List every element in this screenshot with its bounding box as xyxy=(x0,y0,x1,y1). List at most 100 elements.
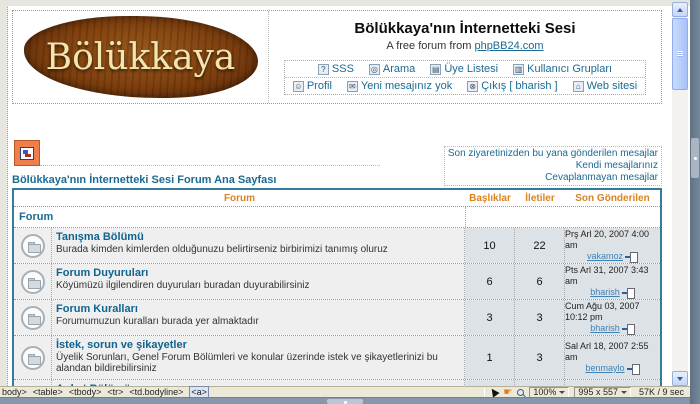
nav-row-2: ☺Profil ✉Yeni mesajınız yok ⊗Çıkış [ bha… xyxy=(285,77,645,94)
last-post-user-link[interactable]: benmaylo xyxy=(585,363,624,374)
nav-usergroups-label: Kullanıcı Grupları xyxy=(527,63,612,75)
tag-td-bodyline[interactable]: <td.bodyline> xyxy=(129,387,183,397)
nav-row-1: ?SSS ◎Arama ▤Üye Listesi ▥Kullanıcı Grup… xyxy=(285,61,645,77)
forum-row-kurallar: Forum Kuralları Forumumuzun kuralları bu… xyxy=(14,300,660,336)
chevron-down-icon xyxy=(677,377,683,381)
tag-tr[interactable]: <tr> xyxy=(107,387,123,397)
goto-last-post-icon[interactable] xyxy=(622,288,635,297)
nav-website-label: Web sitesi xyxy=(587,80,638,92)
select-tool-icon[interactable] xyxy=(489,386,500,397)
forum-header: Bölükkaya Bölükkaya'nın İnternetteki Ses… xyxy=(12,10,662,104)
forum-link[interactable]: Forum Kuralları xyxy=(56,303,138,315)
forum-link[interactable]: Forum Duyuruları xyxy=(56,267,148,279)
new-posts-link[interactable]: Son ziyaretinizden bu yana gönderilen me… xyxy=(448,148,658,160)
nav-search-label: Arama xyxy=(383,63,415,75)
forum-description: Köyümüzü ilgilendiren duyuruları buradan… xyxy=(56,280,460,291)
right-panel-splitter[interactable] xyxy=(690,0,700,404)
topics-count: 10 xyxy=(465,228,515,263)
forum-description: Üyelik Sorunları, Genel Forum Bölümleri … xyxy=(56,352,460,374)
window-size-dropdown[interactable]: 995 x 557 xyxy=(574,387,631,398)
tag-tbody[interactable]: <tbody> xyxy=(69,387,102,397)
status-bar: body> <table> <tbody> <tr> <td.bodyline>… xyxy=(0,386,690,397)
quick-links: Son ziyaretinizden bu yana gönderilen me… xyxy=(444,146,662,186)
hand-tool-icon[interactable]: ☛ xyxy=(503,388,512,397)
logo-text: Bölükkaya xyxy=(46,37,236,78)
messages-icon: ✉ xyxy=(347,81,358,92)
vertical-scrollbar[interactable] xyxy=(672,2,688,386)
last-post-cell: Prş Arl 20, 2007 4:00 am vakamoz xyxy=(565,228,660,263)
forum-status-cell xyxy=(14,228,52,263)
tag-body[interactable]: body> xyxy=(2,387,27,397)
nav-usergroups[interactable]: ▥Kullanıcı Grupları xyxy=(513,63,612,75)
folder-icon xyxy=(21,346,45,370)
goto-last-post-icon[interactable] xyxy=(622,324,635,333)
panel-collapse-handle[interactable] xyxy=(327,399,363,404)
forum-row-istek: İstek, sorun ve şikayetler Üyelik Sorunl… xyxy=(14,336,660,380)
folder-icon xyxy=(21,270,45,294)
scroll-down-button[interactable] xyxy=(672,371,688,386)
panel-collapse-handle[interactable] xyxy=(691,138,699,178)
zoom-tool-icon[interactable] xyxy=(517,389,524,396)
forum-link[interactable]: İstek, sorun ve şikayetler xyxy=(56,339,187,351)
forum-cell: İstek, sorun ve şikayetler Üyelik Sorunl… xyxy=(52,336,465,379)
nav-website[interactable]: ⌂Web sitesi xyxy=(573,80,638,92)
nav-logout[interactable]: ⊗Çıkış [ bharish ] xyxy=(467,80,557,92)
forum-index-link[interactable]: Bölükkaya'nın İnternetteki Sesi Forum An… xyxy=(12,174,276,186)
forum-table: Forum Başlıklar İletiler Son Gönderilen … xyxy=(12,188,662,386)
broken-image-icon xyxy=(20,147,34,160)
nav-logout-label: Çıkış [ bharish ] xyxy=(481,80,557,92)
zoom-level-dropdown[interactable]: 100% xyxy=(529,387,569,398)
faq-icon: ? xyxy=(318,64,329,75)
site-title: Bölükkaya'nın İnternetteki Sesi xyxy=(269,20,661,37)
unanswered-posts-link[interactable]: Cevaplanmayan mesajlar xyxy=(448,172,658,184)
last-post-cell: Cum Ağu 03, 2007 10:12 pm bharish xyxy=(565,300,660,335)
own-posts-link[interactable]: Kendi mesajlarınız xyxy=(448,160,658,172)
broken-image-placeholder[interactable] xyxy=(14,140,40,166)
bottom-panel-splitter[interactable] xyxy=(0,397,690,404)
topics-count: 6 xyxy=(465,264,515,299)
scroll-up-button[interactable] xyxy=(672,2,688,17)
scrollbar-thumb[interactable] xyxy=(672,18,688,90)
subtitle-prefix: A free forum from xyxy=(386,40,474,52)
last-post-cell: Sal Arl 18, 2007 2:55 am benmaylo xyxy=(565,336,660,379)
forum-status-cell xyxy=(14,264,52,299)
category-row: Forum xyxy=(14,207,660,228)
goto-last-post-icon[interactable] xyxy=(627,364,640,373)
topics-count: 3 xyxy=(465,300,515,335)
last-post-user-link[interactable]: vakamoz xyxy=(587,251,623,262)
chevron-up-icon xyxy=(677,8,683,12)
design-view-document: Bölükkaya Bölükkaya'nın İnternetteki Ses… xyxy=(8,6,672,386)
logo-cell: Bölükkaya xyxy=(13,11,269,103)
logout-icon: ⊗ xyxy=(467,81,478,92)
nav-memberlist[interactable]: ▤Üye Listesi xyxy=(430,63,498,75)
forum-cell: Forum Kuralları Forumumuzun kuralları bu… xyxy=(52,300,465,335)
table-cell-divider xyxy=(40,165,380,166)
site-logo[interactable]: Bölükkaya xyxy=(24,16,258,98)
nav-messages[interactable]: ✉Yeni mesajınız yok xyxy=(347,80,452,92)
last-post-user-link[interactable]: bharish xyxy=(590,287,620,298)
usergroups-icon: ▥ xyxy=(513,64,524,75)
folder-icon xyxy=(21,234,45,258)
doc-size-time: 57K / 9 sec xyxy=(636,387,687,397)
site-subtitle: A free forum from phpBB24.com xyxy=(269,40,661,52)
nav-messages-label: Yeni mesajınız yok xyxy=(361,80,452,92)
nav-search[interactable]: ◎Arama xyxy=(369,63,415,75)
nav-profile-label: Profil xyxy=(307,80,332,92)
nav-profile[interactable]: ☺Profil xyxy=(293,80,332,92)
last-post-date: Cum Ağu 03, 2007 10:12 pm xyxy=(565,301,660,323)
tag-table[interactable]: <table> xyxy=(33,387,63,397)
forum-row-tanisma: Tanışma Bölümü Burada kimden kimlerden o… xyxy=(14,228,660,264)
column-header-posts: İletiler xyxy=(515,193,565,204)
nav-memberlist-label: Üye Listesi xyxy=(444,63,498,75)
zoom-level-value: 100% xyxy=(533,387,556,397)
forum-status-cell xyxy=(14,300,52,335)
phpbb24-link[interactable]: phpBB24.com xyxy=(474,40,543,52)
forum-link[interactable]: Tanışma Bölümü xyxy=(56,231,144,243)
header-nav: ?SSS ◎Arama ▤Üye Listesi ▥Kullanıcı Grup… xyxy=(284,60,646,95)
category-link[interactable]: Forum xyxy=(14,207,465,227)
table-header-row: Forum Başlıklar İletiler Son Gönderilen xyxy=(14,190,660,207)
nav-faq[interactable]: ?SSS xyxy=(318,63,354,75)
last-post-date: Pts Arl 31, 2007 3:43 am xyxy=(565,265,660,287)
goto-last-post-icon[interactable] xyxy=(625,252,638,261)
last-post-user-link[interactable]: bharish xyxy=(590,323,620,334)
